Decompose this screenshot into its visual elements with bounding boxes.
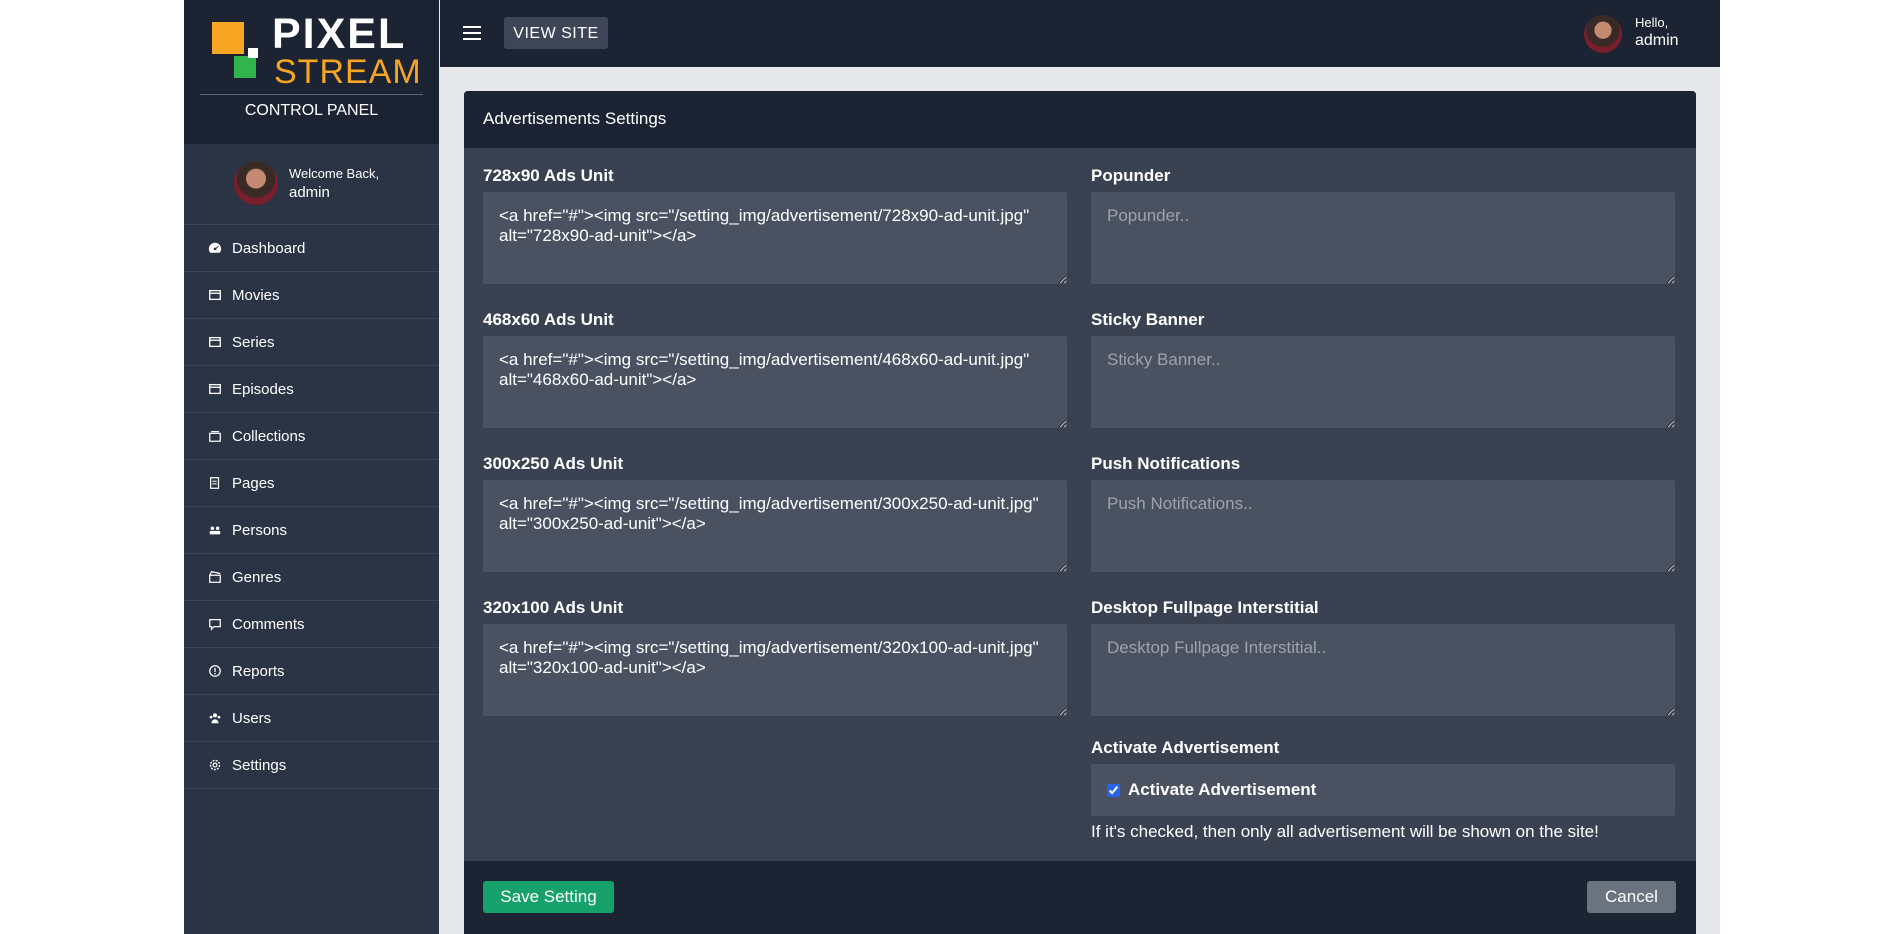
activate-help-text: If it's checked, then only all advertise…	[1091, 822, 1599, 841]
sidebar: PIXEL STREAM CONTROL PANEL Welcome Back,…	[184, 0, 439, 934]
cancel-button[interactable]: Cancel	[1587, 881, 1676, 913]
users-icon	[208, 711, 222, 725]
logo-square-green	[234, 56, 256, 78]
sidebar-item-persons[interactable]: Persons	[184, 507, 439, 554]
desktop-interstitial-textarea[interactable]	[1091, 624, 1675, 716]
desktop-interstitial-label: Desktop Fullpage Interstitial	[1091, 598, 1319, 617]
sticky-banner-textarea[interactable]	[1091, 336, 1675, 428]
logo-square-orange	[212, 22, 244, 54]
sidebar-item-label: Movies	[232, 286, 280, 304]
genre-icon	[208, 570, 222, 584]
logo-stream-text: STREAM	[274, 53, 422, 91]
logo-square-white	[248, 48, 258, 58]
sticky-banner-label: Sticky Banner	[1091, 310, 1205, 329]
sidebar-item-dashboard[interactable]: Dashboard	[184, 225, 439, 272]
sidebar-item-label: Genres	[232, 568, 282, 586]
save-setting-button[interactable]: Save Setting	[483, 881, 614, 913]
topbar-username[interactable]: admin	[1635, 32, 1679, 50]
sidebar-user: Welcome Back, admin	[184, 144, 439, 225]
hello-text: Hello,	[1635, 15, 1669, 30]
sidebar-item-series[interactable]: Series	[184, 319, 439, 366]
ad-468x60-label: 468x60 Ads Unit	[483, 310, 614, 329]
pixelstream-logo[interactable]: PIXEL STREAM	[212, 10, 421, 90]
sidebar-item-settings[interactable]: Settings	[184, 742, 439, 789]
sidebar-item-label: Episodes	[232, 380, 294, 398]
avatar[interactable]	[1584, 15, 1622, 53]
activate-advertisement-checkbox-label[interactable]: Activate Advertisement	[1128, 780, 1316, 800]
dashboard-icon	[208, 241, 222, 255]
sidebar-item-label: Dashboard	[232, 239, 306, 257]
gear-icon	[208, 758, 222, 772]
logo-pixel-text: PIXEL	[272, 10, 407, 58]
sidebar-item-pages[interactable]: Pages	[184, 460, 439, 507]
control-panel-label: CONTROL PANEL	[244, 102, 379, 119]
activate-advertisement-box: Activate Advertisement	[1091, 764, 1675, 816]
sidebar-item-label: Settings	[232, 756, 287, 774]
ad-728x90-label: 728x90 Ads Unit	[483, 166, 614, 185]
push-notifications-label: Push Notifications	[1091, 454, 1241, 473]
advertisements-settings-card: Advertisements Settings 728x90 Ads Unit …	[464, 91, 1696, 934]
ad-300x250-label: 300x250 Ads Unit	[483, 454, 624, 473]
sidebar-item-label: Reports	[232, 662, 285, 680]
sidebar-item-reports[interactable]: Reports	[184, 648, 439, 695]
card-footer: Save Setting Cancel	[464, 861, 1696, 934]
collection-icon	[208, 429, 222, 443]
film-icon	[208, 335, 222, 349]
sidebar-header: PIXEL STREAM CONTROL PANEL	[184, 0, 439, 144]
menu-toggle-icon[interactable]	[463, 26, 481, 40]
popunder-label: Popunder	[1091, 166, 1171, 185]
sidebar-item-label: Comments	[232, 615, 305, 633]
sidebar-item-comments[interactable]: Comments	[184, 601, 439, 648]
sidebar-username: admin	[289, 184, 330, 201]
push-notifications-textarea[interactable]	[1091, 480, 1675, 572]
card-header: Advertisements Settings	[464, 91, 1696, 148]
film-icon	[208, 382, 222, 396]
pages-icon	[208, 476, 222, 490]
sidebar-item-label: Persons	[232, 521, 288, 539]
persons-icon	[208, 523, 222, 537]
sidebar-item-collections[interactable]: Collections	[184, 413, 439, 460]
ad-320x100-textarea[interactable]	[483, 624, 1067, 716]
ad-468x60-textarea[interactable]	[483, 336, 1067, 428]
ad-320x100-label: 320x100 Ads Unit	[483, 598, 624, 617]
ad-728x90-textarea[interactable]	[483, 192, 1067, 284]
ad-300x250-textarea[interactable]	[483, 480, 1067, 572]
sidebar-item-label: Collections	[232, 427, 306, 445]
avatar	[234, 161, 278, 205]
sidebar-item-episodes[interactable]: Episodes	[184, 366, 439, 413]
sidebar-item-genres[interactable]: Genres	[184, 554, 439, 601]
view-site-button[interactable]: VIEW SITE	[504, 17, 608, 49]
film-icon	[208, 288, 222, 302]
sidebar-item-label: Pages	[232, 474, 275, 492]
sidebar-nav: Dashboard Movies Series Episodes Collect…	[184, 225, 439, 789]
popunder-textarea[interactable]	[1091, 192, 1675, 284]
report-icon	[208, 664, 222, 678]
activate-advertisement-checkbox[interactable]	[1107, 784, 1120, 797]
sidebar-item-users[interactable]: Users	[184, 695, 439, 742]
sidebar-divider	[200, 94, 423, 95]
sidebar-item-movies[interactable]: Movies	[184, 272, 439, 319]
welcome-text: Welcome Back,	[289, 166, 380, 181]
comment-icon	[208, 617, 222, 631]
sidebar-item-label: Series	[232, 333, 275, 351]
activate-advertisement-label: Activate Advertisement	[1091, 738, 1280, 757]
page-title: Advertisements Settings	[483, 109, 667, 128]
sidebar-item-label: Users	[232, 709, 272, 727]
topbar: VIEW SITE Hello, admin	[440, 0, 1720, 67]
app-root: PIXEL STREAM CONTROL PANEL Welcome Back,…	[184, 0, 1720, 934]
